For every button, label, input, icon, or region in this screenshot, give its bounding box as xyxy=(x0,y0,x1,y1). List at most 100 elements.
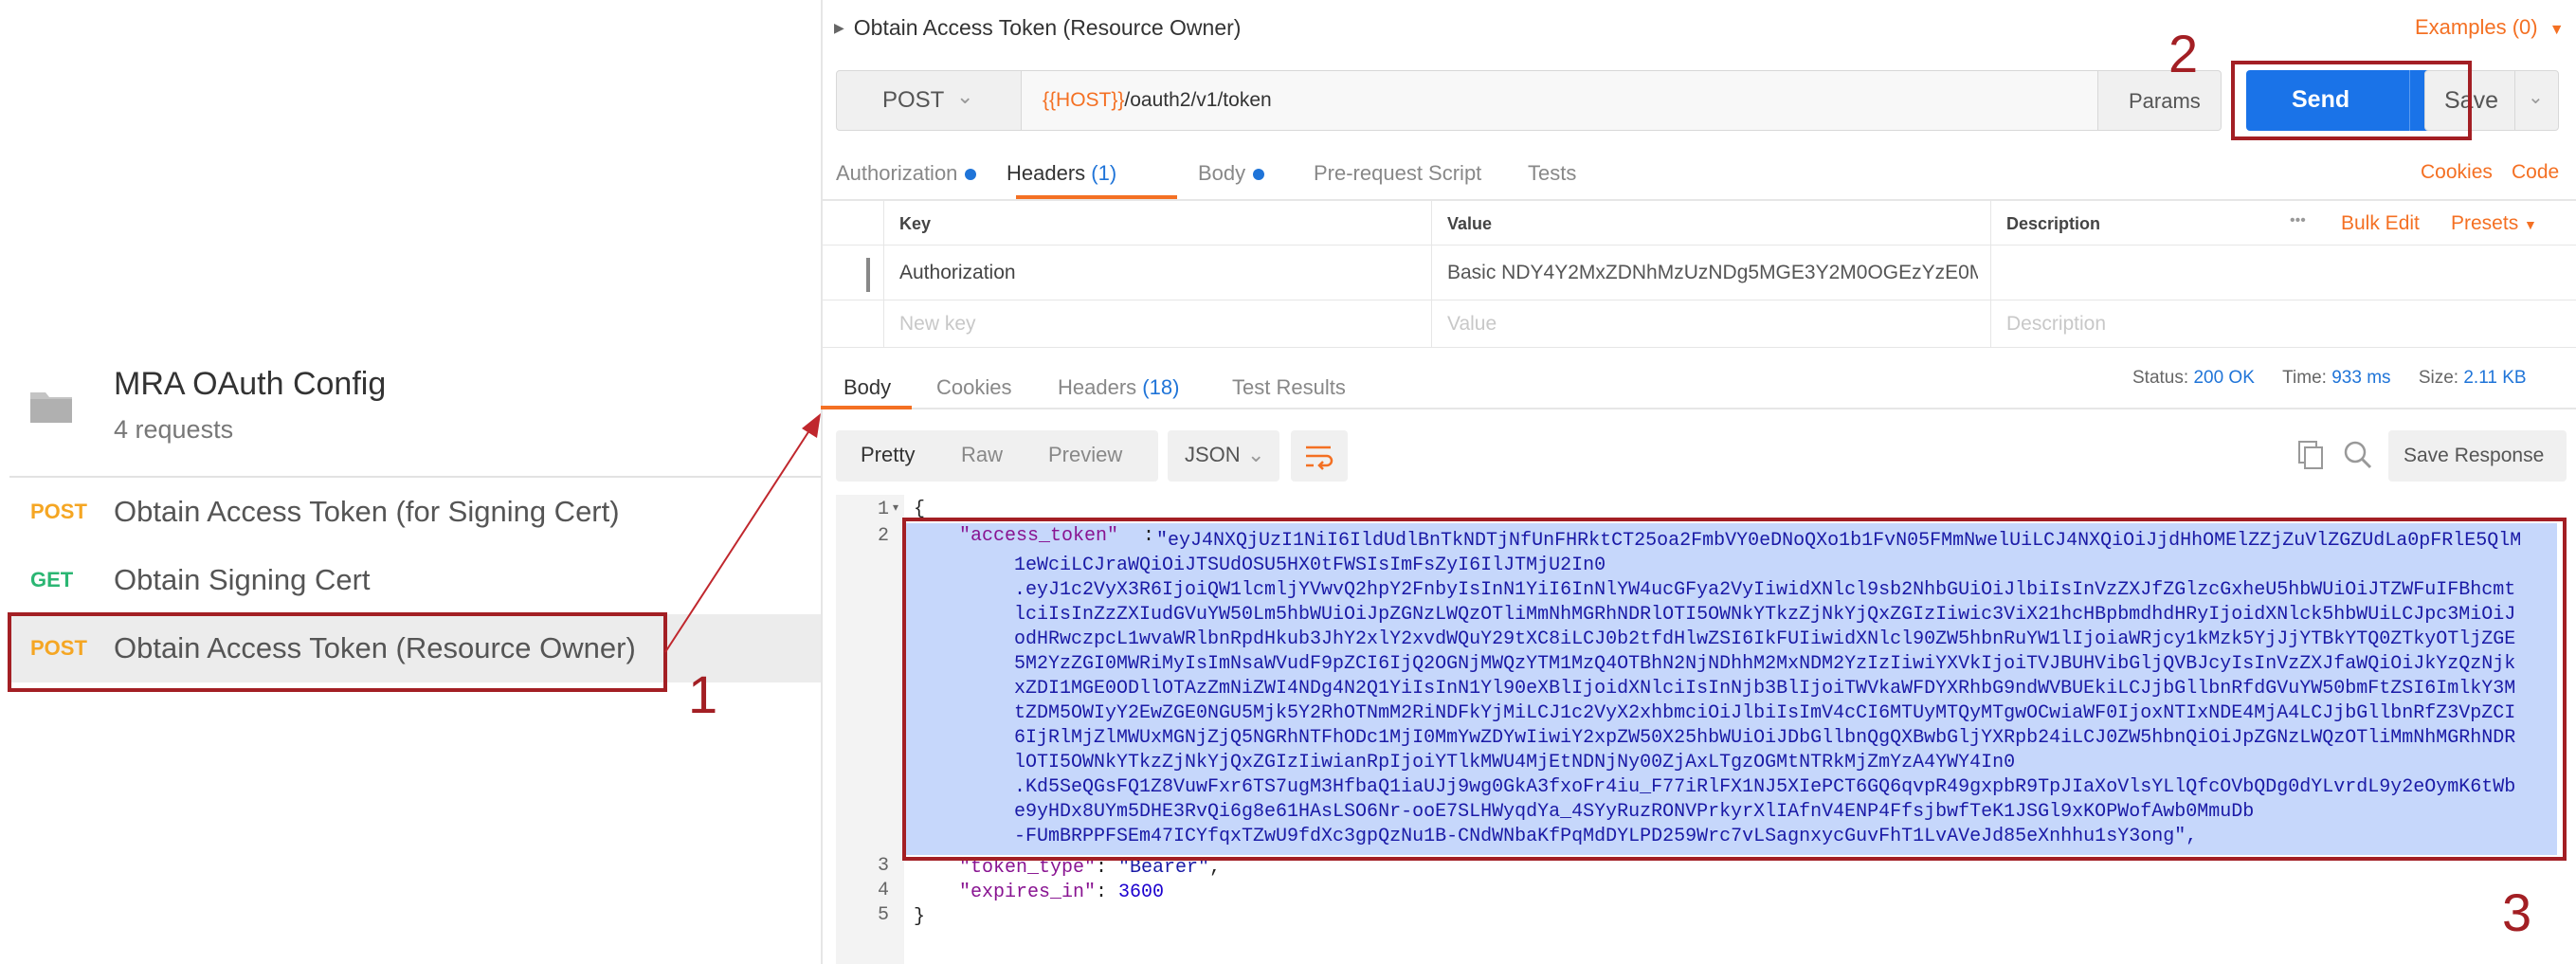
tab-response-headers[interactable]: Headers (18) xyxy=(1058,375,1179,400)
request-name: Obtain Access Token (for Signing Cert) xyxy=(114,495,620,528)
new-description-placeholder: Description xyxy=(2006,313,2107,335)
line-number: 1 xyxy=(877,499,889,520)
params-button[interactable]: Params xyxy=(2098,70,2222,131)
table-row[interactable]: Authorization Basic NDY4Y2MxZDNhMzUzNDg5… xyxy=(821,245,2576,300)
tab-response-headers-label: Headers xyxy=(1058,375,1137,399)
new-value-input[interactable]: Value xyxy=(1431,300,1990,347)
request-title-text: Obtain Access Token (Resource Owner) xyxy=(853,15,1242,40)
time-value[interactable]: 933 ms xyxy=(2331,368,2390,388)
tab-response-body[interactable]: Body xyxy=(844,375,891,400)
annotation-number-3: 3 xyxy=(2502,882,2532,942)
line-number: 4 xyxy=(877,880,889,901)
examples-label: Examples (0) xyxy=(2415,15,2538,39)
sidebar-request-item[interactable]: POST Obtain Access Token (for Signing Ce… xyxy=(9,478,821,546)
tab-authorization[interactable]: Authorization xyxy=(836,161,977,186)
url-text: {{HOST}}/oauth2/v1/token xyxy=(1043,89,1272,112)
status-dot xyxy=(965,169,977,181)
code-value-expires: 3600 xyxy=(1118,882,1165,903)
code-line-expires: "expires_in": 3600 xyxy=(959,882,1165,903)
view-mode-group: Pretty Raw Preview xyxy=(836,430,1158,482)
params-label: Params xyxy=(2129,89,2201,113)
active-tab-indicator xyxy=(821,406,912,409)
collapse-triangle-icon[interactable]: ▶ xyxy=(834,20,844,35)
view-pretty[interactable]: Pretty xyxy=(861,443,915,467)
search-icon[interactable] xyxy=(2339,436,2377,474)
annotation-box-3 xyxy=(902,518,2567,861)
annotation-number-1: 1 xyxy=(688,664,718,724)
chevron-down-icon: ⌄ xyxy=(1247,443,1265,466)
wrap-icon[interactable] xyxy=(1291,430,1348,482)
copy-icon[interactable] xyxy=(2292,436,2330,474)
response-meta: Status: 200 OK Time: 933 ms Size: 2.11 K… xyxy=(2132,368,2527,389)
tab-tests[interactable]: Tests xyxy=(1528,161,1576,186)
chevron-down-icon: ⌄ xyxy=(956,84,974,108)
tab-body[interactable]: Body xyxy=(1198,161,1265,186)
sidebar-request-item[interactable]: GET Obtain Signing Cert xyxy=(9,546,821,614)
status-value[interactable]: 200 OK xyxy=(2193,368,2254,388)
chevron-down-icon[interactable]: ⌄ xyxy=(2528,85,2544,109)
url-variable: {{HOST}} xyxy=(1043,89,1125,111)
header-value: Basic NDY4Y2MxZDNhMzUzNDg5MGE3Y2M0OGEzYz… xyxy=(1447,262,1978,283)
column-description-label: Description xyxy=(2006,214,2101,233)
chevron-down-icon: ▼ xyxy=(2549,22,2565,38)
url-input[interactable]: {{HOST}}/oauth2/v1/token xyxy=(1022,70,2098,131)
url-path: /oauth2/v1/token xyxy=(1124,89,1272,111)
size-value[interactable]: 2.11 KB xyxy=(2463,368,2526,388)
format-select[interactable]: JSON ⌄ xyxy=(1168,430,1279,482)
active-tab-indicator xyxy=(1016,195,1177,199)
table-header-row: Key Value Description ••• Bulk Edit Pres… xyxy=(821,201,2576,246)
fold-icon[interactable]: ▾ xyxy=(893,500,898,514)
bulk-edit-link[interactable]: Bulk Edit xyxy=(2341,212,2420,235)
new-description-input[interactable]: Description xyxy=(1990,300,2576,347)
tab-authorization-label: Authorization xyxy=(836,161,958,185)
line-number: 3 xyxy=(877,855,889,877)
column-key: Key xyxy=(883,201,1431,245)
format-label: JSON xyxy=(1185,443,1241,466)
status-label: Status: xyxy=(2132,368,2189,388)
presets-dropdown[interactable]: Presets ▼ xyxy=(2451,212,2537,235)
method-label: POST xyxy=(882,87,945,113)
view-preview[interactable]: Preview xyxy=(1048,443,1122,467)
request-tabs: Authorization Headers (1) Body Pre-reque… xyxy=(821,152,2576,201)
line-number: 5 xyxy=(877,904,889,926)
method-select[interactable]: POST ⌄ xyxy=(836,70,1022,131)
size-label: Size: xyxy=(2418,368,2459,388)
collection-name[interactable]: MRA OAuth Config xyxy=(114,366,386,403)
code-link[interactable]: Code xyxy=(2512,161,2559,184)
save-response-label: Save Response xyxy=(2404,445,2545,466)
wrap-icon-graphic xyxy=(1306,446,1333,470)
folder-icon xyxy=(30,392,72,423)
code-key-expires: "expires_in" xyxy=(959,882,1097,903)
method-badge: POST xyxy=(30,500,87,523)
tab-response-cookies[interactable]: Cookies xyxy=(936,375,1011,400)
line-number: 2 xyxy=(877,525,889,547)
save-response-button[interactable]: Save Response xyxy=(2388,430,2567,482)
method-badge: GET xyxy=(30,568,74,591)
annotation-box-1 xyxy=(8,612,667,692)
column-value: Value xyxy=(1431,201,1990,245)
annotation-box-2 xyxy=(2231,61,2472,140)
tab-body-label: Body xyxy=(1198,161,1246,185)
time-label: Time: xyxy=(2282,368,2327,388)
tab-test-results[interactable]: Test Results xyxy=(1232,375,1346,400)
column-value-label: Value xyxy=(1447,214,1493,233)
row-active-marker xyxy=(866,258,870,292)
view-raw[interactable]: Raw xyxy=(961,443,1003,467)
tab-prerequest-script[interactable]: Pre-request Script xyxy=(1314,161,1481,186)
tab-headers[interactable]: Headers (1) xyxy=(1007,161,1116,186)
annotation-number-2: 2 xyxy=(2168,24,2199,83)
collection-count: 4 requests xyxy=(114,415,234,444)
new-key-input[interactable]: New key xyxy=(883,300,1431,347)
header-key-cell[interactable]: Authorization xyxy=(883,245,1431,300)
examples-dropdown[interactable]: Examples (0) ▼ xyxy=(2415,15,2565,40)
cookies-link[interactable]: Cookies xyxy=(2421,161,2493,184)
column-key-label: Key xyxy=(899,214,932,233)
more-options-icon[interactable]: ••• xyxy=(2290,212,2306,229)
header-description-cell[interactable] xyxy=(1990,245,2576,300)
new-value-placeholder: Value xyxy=(1447,313,1497,335)
header-value-cell[interactable]: Basic NDY4Y2MxZDNhMzUzNDg5MGE3Y2M0OGEzYz… xyxy=(1431,245,1990,300)
save-separator xyxy=(2514,71,2515,130)
request-title[interactable]: ▶ Obtain Access Token (Resource Owner) xyxy=(834,15,1241,41)
code-close-brace: } xyxy=(914,906,926,928)
table-row-new[interactable]: New key Value Description xyxy=(821,300,2576,348)
